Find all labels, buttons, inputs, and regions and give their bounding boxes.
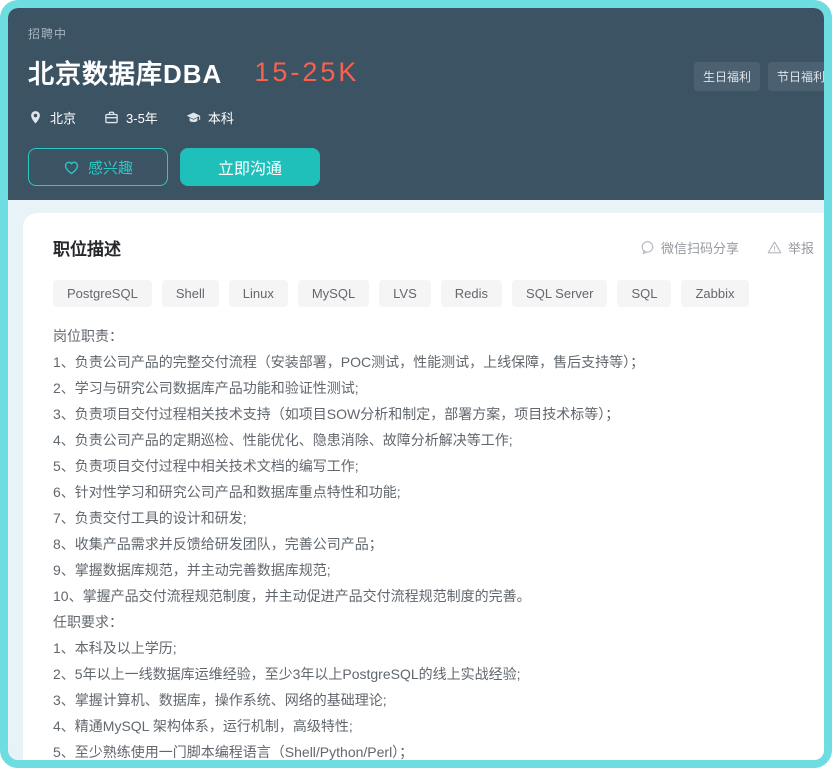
job-description-card: 职位描述 微信扫码分享 举报 PostgreSQL Shell Linux MySQL…	[23, 213, 824, 768]
desc-line: 8、收集产品需求并反馈给研发团队，完善公司产品；	[53, 531, 814, 557]
job-header: 招聘中 北京数据库DBA 15-25K 生日福利节日福利 北京3-5年本科 感兴…	[8, 8, 824, 200]
skill-tag: PostgreSQL	[53, 280, 152, 307]
desc-line: 10、掌握产品交付流程规范制度，并主动促进产品交付流程规范制度的完善。	[53, 583, 814, 609]
job-meta-row: 北京 3-5年 本科	[28, 108, 804, 127]
skill-tag: LVS	[379, 280, 431, 307]
desc-line: 7、负责交付工具的设计和研发;	[53, 505, 814, 531]
desc-line: 5、负责项目交付过程中相关技术文档的编写工作;	[53, 453, 814, 479]
desc-line: 3、掌握计算机、数据库，操作系统、网络的基础理论;	[53, 687, 814, 713]
skill-tag: MySQL	[298, 280, 369, 307]
location-icon	[28, 110, 43, 125]
report-label: 举报	[788, 238, 814, 257]
salary-range: 15-25K	[254, 57, 359, 88]
recruiting-status-badge: 招聘中	[28, 25, 804, 42]
title-row: 北京数据库DBA 15-25K	[28, 54, 804, 91]
section-title: 职位描述	[53, 235, 121, 260]
desc-line: 4、精通MySQL 架构体系，运行机制，高级特性;	[53, 713, 814, 739]
desc-line: 1、负责公司产品的完整交付流程（安装部署，POC测试，性能测试，上线保障，售后支…	[53, 349, 814, 375]
meta-item: 3-5年	[104, 108, 158, 127]
desc-line: 4、负责公司产品的定期巡检、性能优化、隐患消除、故障分析解决等工作;	[53, 427, 814, 453]
meta-item-label: 本科	[208, 108, 234, 127]
action-buttons: 感兴趣 立即沟通	[28, 148, 804, 186]
desc-line: 2、5年以上一线数据库运维经验，至少3年以上PostgreSQL的线上实战经验;	[53, 661, 814, 687]
desc-line: 1、本科及以上学历;	[53, 635, 814, 661]
chat-now-button-label: 立即沟通	[218, 155, 282, 179]
meta-item: 北京	[28, 108, 76, 127]
skill-tag: Zabbix	[681, 280, 748, 307]
card-header: 职位描述 微信扫码分享 举报	[53, 235, 814, 260]
benefit-tag: 生日福利	[694, 62, 760, 91]
skill-tags: PostgreSQL Shell Linux MySQL LVS Redis SQL Ser…	[53, 280, 814, 307]
job-description: 岗位职责：1、负责公司产品的完整交付流程（安装部署，POC测试，性能测试，上线保…	[53, 323, 814, 765]
benefit-tag: 节日福利	[768, 62, 832, 91]
content-area: 职位描述 微信扫码分享 举报 PostgreSQL Shell Linux MySQL…	[8, 200, 824, 760]
desc-line: 任职要求：	[53, 609, 814, 635]
job-title: 北京数据库DBA	[28, 54, 222, 91]
meta-item-label: 北京	[50, 108, 76, 127]
wechat-share-link[interactable]: 微信扫码分享	[640, 238, 739, 257]
wechat-share-label: 微信扫码分享	[661, 238, 739, 257]
skill-tag: Linux	[229, 280, 288, 307]
job-detail-page: 招聘中 北京数据库DBA 15-25K 生日福利节日福利 北京 3-5年 本科 感兴…	[0, 0, 832, 768]
desc-line: 9、掌握数据库规范，并主动完善数据库规范;	[53, 557, 814, 583]
desc-line: 岗位职责：	[53, 323, 814, 349]
benefit-tags: 生日福利节日福利	[694, 62, 832, 91]
interested-button-label: 感兴趣	[88, 157, 133, 178]
heart-icon	[63, 159, 80, 176]
warning-triangle-icon	[767, 240, 782, 255]
chat-now-button[interactable]: 立即沟通	[180, 148, 320, 186]
desc-line: 6、针对性学习和研究公司产品和数据库重点特性和功能;	[53, 479, 814, 505]
chat-bubble-icon	[640, 240, 655, 255]
skill-tag: Redis	[441, 280, 502, 307]
meta-item: 本科	[186, 108, 234, 127]
skill-tag: SQL	[617, 280, 671, 307]
skill-tag: Shell	[162, 280, 219, 307]
desc-line: 5、至少熟练使用一门脚本编程语言（Shell/Python/Perl）；	[53, 739, 814, 765]
graduation-cap-icon	[186, 110, 201, 125]
interested-button[interactable]: 感兴趣	[28, 148, 168, 186]
desc-line: 3、负责项目交付过程相关技术支持（如项目SOW分析和制定，部署方案，项目技术标等…	[53, 401, 814, 427]
desc-line: 2、学习与研究公司数据库产品功能和验证性测试;	[53, 375, 814, 401]
skill-tag: SQL Server	[512, 280, 607, 307]
header-links: 微信扫码分享 举报	[640, 238, 814, 257]
briefcase-icon	[104, 110, 119, 125]
meta-item-label: 3-5年	[126, 108, 158, 127]
report-link[interactable]: 举报	[767, 238, 814, 257]
